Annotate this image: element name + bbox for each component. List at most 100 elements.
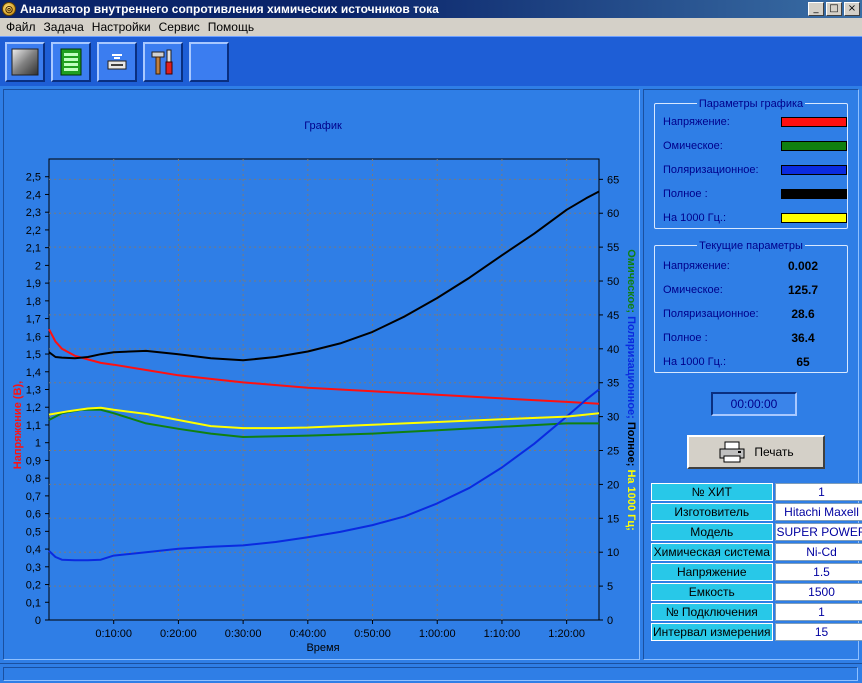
current-row-polarization: Поляризационное: 28.6 [663, 306, 815, 322]
left-tick-label: 1,8 [26, 296, 41, 308]
polarization-color-swatch[interactable] [781, 165, 847, 175]
current-label: Полное : [663, 332, 708, 344]
minimize-button[interactable]: _ [808, 2, 824, 16]
current-params-group: Текущие параметры Напряжение: 0.002 Омич… [654, 240, 848, 373]
new-task-button[interactable] [5, 41, 45, 82]
info-key: № ХИТ [651, 483, 773, 501]
left-tick-label: 2,3 [26, 207, 41, 219]
graph-params-title: Параметры графика [696, 98, 806, 110]
param-row-1000hz: На 1000 Гц.: [663, 210, 847, 226]
app-icon[interactable]: ◎ [2, 2, 16, 16]
right-tick-label: 35 [607, 378, 619, 390]
maximize-button[interactable]: □ [826, 2, 842, 16]
menu-task[interactable]: Задача [40, 20, 88, 34]
current-label: На 1000 Гц.: [663, 356, 727, 368]
right-tick-label: 25 [607, 446, 619, 458]
total-color-swatch[interactable] [781, 189, 847, 199]
right-tick-label: 55 [607, 242, 619, 254]
param-label: На 1000 Гц.: [663, 212, 727, 224]
info-value[interactable]: 1 [774, 603, 862, 621]
current-row-1000hz: На 1000 Гц.: 65 [663, 354, 810, 370]
y-left-axis-label: Напряжение (В), [12, 381, 24, 469]
info-value[interactable]: Ni-Cd [774, 543, 862, 561]
y-right-label-total: Полное; [625, 422, 637, 466]
left-tick-label: 0,6 [26, 509, 41, 521]
left-tick-label: 2,5 [26, 172, 41, 184]
left-tick-label: 1,2 [26, 402, 41, 414]
current-label: Напряжение: [663, 260, 730, 272]
info-value[interactable]: SUPER POWER [774, 523, 862, 541]
left-tick-label: 0,4 [26, 544, 41, 556]
left-tick-label: 1,1 [26, 420, 41, 432]
param-label: Напряжение: [663, 116, 730, 128]
current-row-total: Полное : 36.4 [663, 330, 815, 346]
info-value[interactable]: 1500 [774, 583, 862, 601]
empty-tool-button[interactable] [189, 41, 229, 82]
x-axis: 0:10:00 0:20:00 0:30:00 0:40:00 0:50:00 1:00:… [95, 620, 585, 640]
info-key: Напряжение [651, 563, 773, 581]
info-key: Модель [651, 523, 773, 541]
info-key: Химическая система [651, 543, 773, 561]
left-tick-label: 0,3 [26, 562, 41, 574]
left-tick-label: 0,8 [26, 473, 41, 485]
left-tick-label: 2,4 [26, 189, 41, 201]
x-tick-label: 0:30:00 [225, 628, 262, 640]
right-tick-label: 40 [607, 344, 619, 356]
menu-file[interactable]: Файл [2, 20, 40, 34]
window-controls: _ □ × [808, 2, 860, 16]
y-right-label-polarization: Поляризационное; [625, 316, 637, 419]
right-tick-label: 65 [607, 174, 619, 186]
y-right-label-1000hz: На 1000 Гц; [625, 469, 637, 530]
current-value-1000hz: 65 [796, 355, 810, 369]
param-label: Полное : [663, 188, 708, 200]
close-button[interactable]: × [844, 2, 860, 16]
right-tick-label: 20 [607, 479, 619, 491]
menu-settings[interactable]: Настройки [88, 20, 155, 34]
param-row-voltage: Напряжение: [663, 114, 847, 130]
printer-icon [719, 441, 745, 463]
table-row: Изготовитель Hitachi Maxell [651, 503, 862, 521]
left-tick-label: 2,1 [26, 243, 41, 255]
device-button[interactable] [97, 41, 137, 82]
current-row-ohmic: Омическое: 125.7 [663, 282, 818, 298]
tools-icon [151, 49, 173, 74]
print-button[interactable]: Печать [687, 435, 825, 469]
param-row-total: Полное : [663, 186, 847, 202]
table-button[interactable] [51, 41, 91, 82]
menu-service[interactable]: Сервис [155, 20, 204, 34]
status-panel [3, 667, 858, 681]
table-row: № ХИТ 1 [651, 483, 862, 501]
current-value-voltage: 0.002 [787, 259, 819, 273]
x-tick-label: 0:10:00 [95, 628, 132, 640]
info-value[interactable]: 1 [774, 483, 862, 501]
x-tick-label: 0:40:00 [289, 628, 326, 640]
table-row: Модель SUPER POWER [651, 523, 862, 541]
table-row: Химическая система Ni-Cd [651, 543, 862, 561]
ohmic-color-swatch[interactable] [781, 141, 847, 151]
info-value[interactable]: 15 [774, 623, 862, 641]
table-row: Емкость 1500 [651, 583, 862, 601]
status-bar [0, 663, 862, 683]
info-value[interactable]: 1.5 [774, 563, 862, 581]
left-tick-label: 0,5 [26, 526, 41, 538]
print-button-label: Печать [754, 445, 794, 459]
x-axis-label: Время [306, 642, 339, 654]
left-tick-label: 0 [35, 615, 41, 627]
left-axis: 0 0,1 0,2 0,3 0,4 0,5 0,6 0,7 0,8 0,9 1 1,1 1,2 1,3 1,… [26, 172, 49, 627]
hz1000-color-swatch[interactable] [781, 213, 847, 223]
current-label: Поляризационное: [663, 308, 759, 320]
toolbar [0, 36, 862, 86]
left-tick-label: 1,7 [26, 314, 41, 326]
left-tick-label: 1,3 [26, 385, 41, 397]
right-tick-label: 5 [607, 581, 613, 593]
current-value-polarization: 28.6 [791, 307, 815, 321]
chart-panel: График 0 0,1 0,2 0,3 0,4 0,5 0,6 0,7 0,8 0,9 1 1,1 1… [3, 89, 640, 660]
menu-help[interactable]: Помощь [204, 20, 258, 34]
info-key: Изготовитель [651, 503, 773, 521]
info-value[interactable]: Hitachi Maxell [774, 503, 862, 521]
tools-button[interactable] [143, 41, 183, 82]
main-area: График 0 0,1 0,2 0,3 0,4 0,5 0,6 0,7 0,8 0,9 1 1,1 1… [0, 86, 862, 663]
voltage-color-swatch[interactable] [781, 117, 847, 127]
battery-info-table: № ХИТ 1 Изготовитель Hitachi Maxell Модель… [649, 481, 862, 643]
chart-svg: График 0 0,1 0,2 0,3 0,4 0,5 0,6 0,7 0,8 0,9 1 1,1 1… [12, 120, 637, 654]
